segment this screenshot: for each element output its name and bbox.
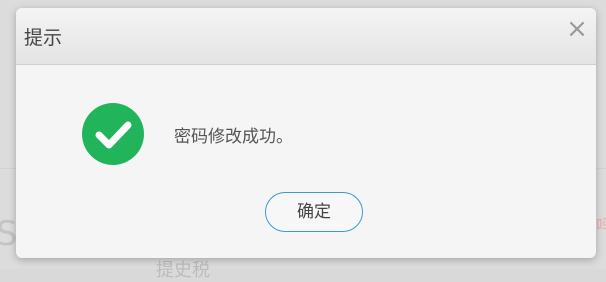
alert-dialog: 提示 × 密码修改成功。 确定 (16, 8, 596, 258)
confirm-button[interactable]: 确定 (265, 192, 363, 232)
dialog-title: 提示 (24, 27, 63, 49)
background-partial-letter: S (0, 214, 18, 254)
background-side-char: 吗 (596, 216, 606, 235)
dialog-header: 提示 × (16, 8, 596, 65)
success-message: 密码修改成功。 (174, 127, 293, 147)
background-partial-text: 提史税 (156, 260, 210, 281)
close-button[interactable]: × (566, 16, 588, 42)
success-check-icon (82, 103, 144, 165)
